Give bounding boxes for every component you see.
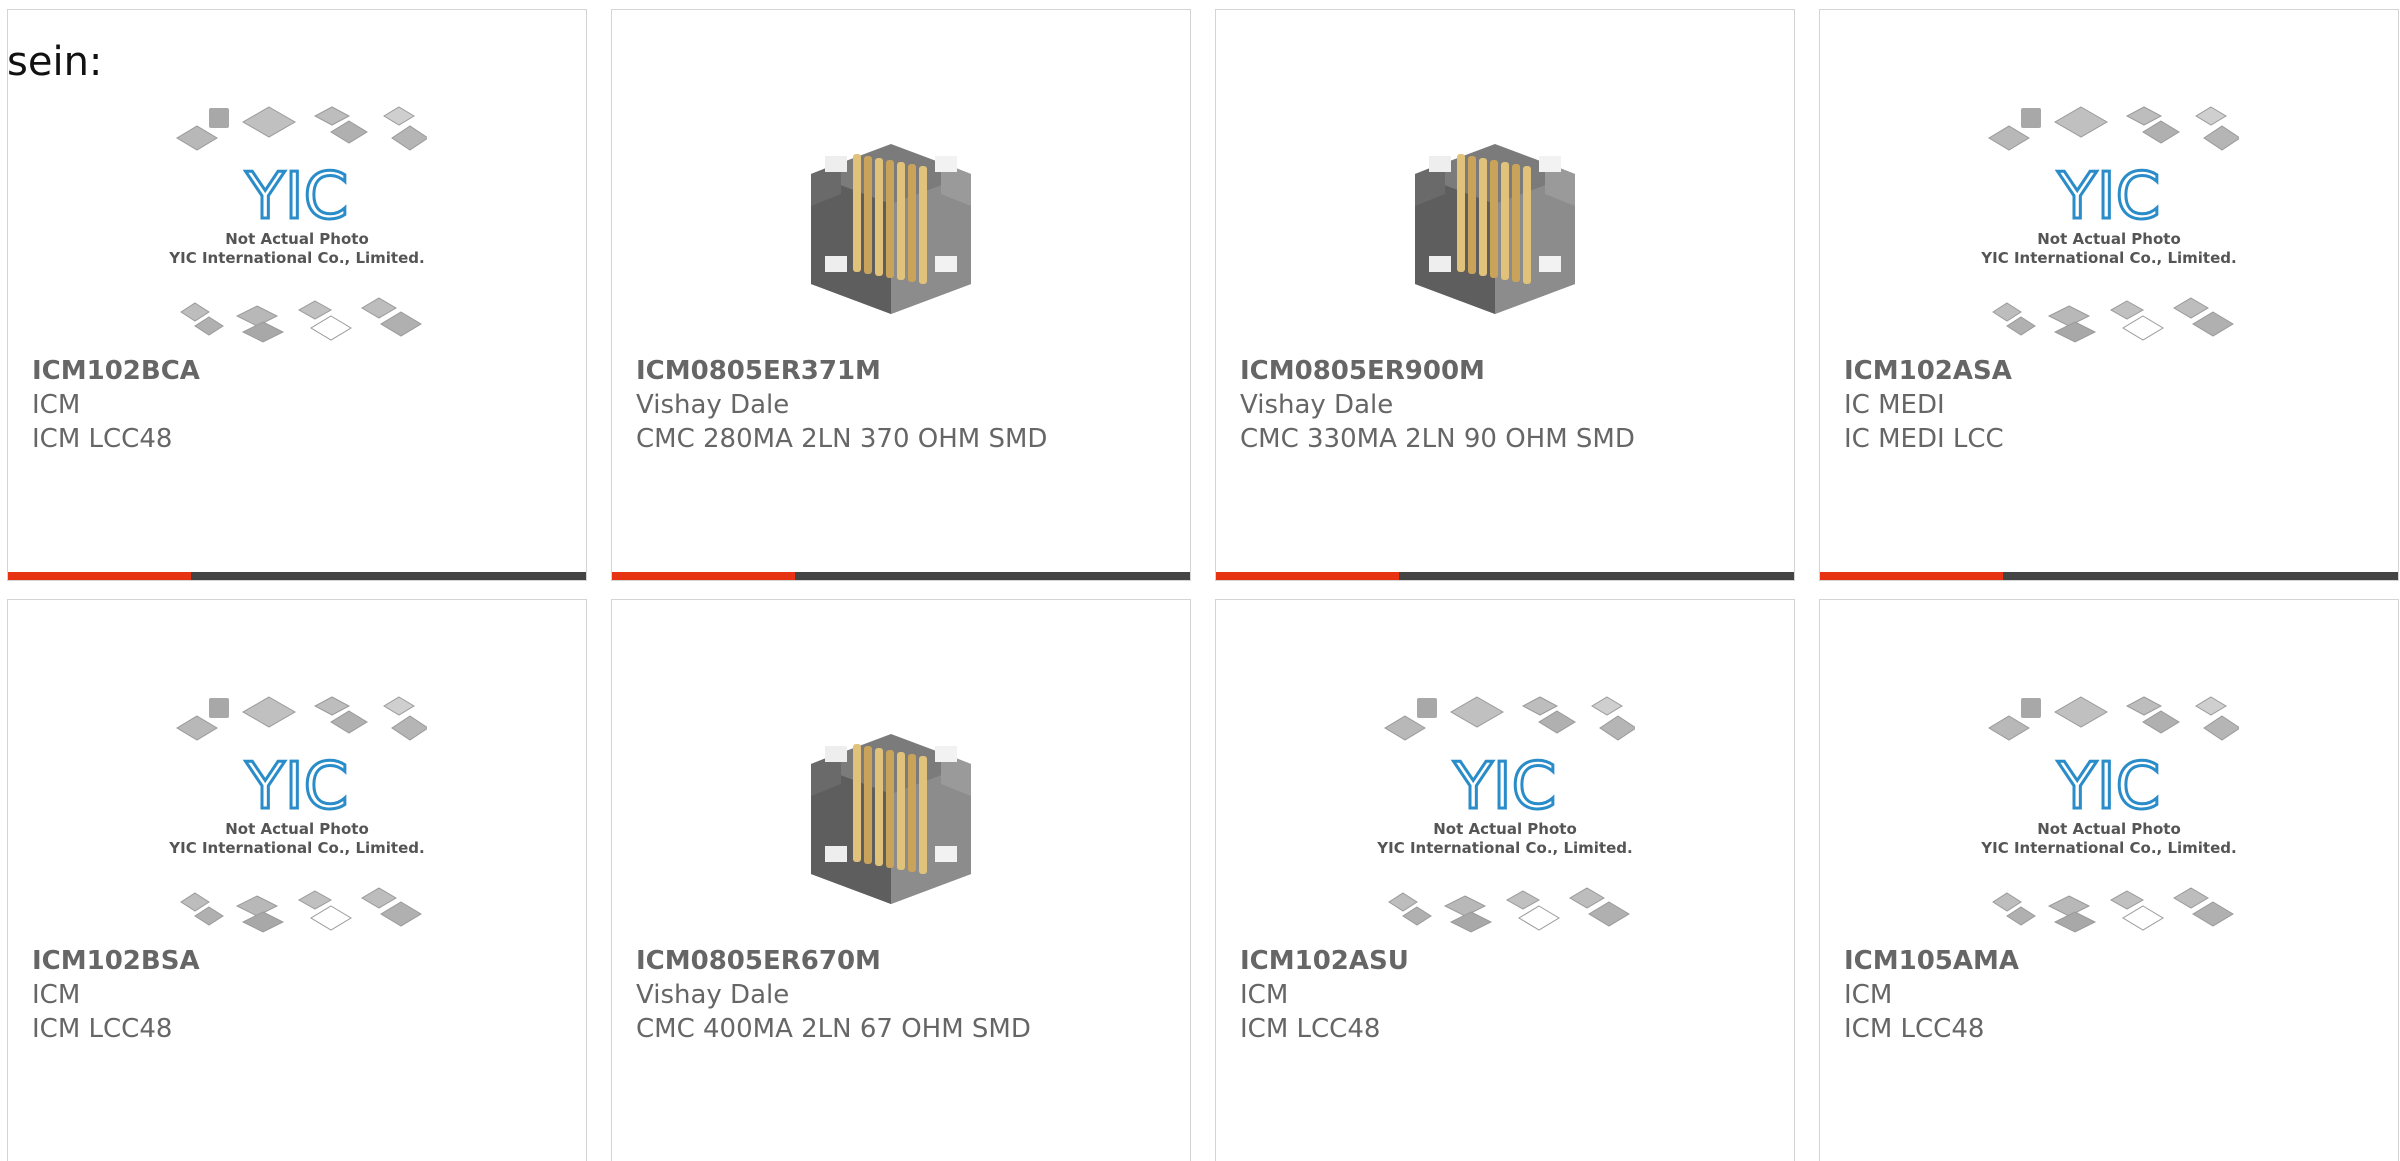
product-listing-page: sein: YIC Not Actual Photo YIC Internation… bbox=[0, 0, 2400, 1161]
product-image[interactable]: YIC Not Actual Photo YIC International Co.… bbox=[8, 94, 586, 354]
product-info: ICM105AMA ICM ICM LCC48 bbox=[1844, 944, 2019, 1046]
part-number-link[interactable]: ICM0805ER371M bbox=[636, 354, 1047, 388]
chip-cluster-top-icon bbox=[1988, 106, 2239, 151]
product-image[interactable] bbox=[1216, 94, 1794, 354]
manufacturer-label: ICM bbox=[1240, 980, 1289, 1010]
product-image[interactable]: YIC Not Actual Photo YIC International Co.… bbox=[1216, 684, 1794, 944]
product-image[interactable] bbox=[612, 94, 1190, 354]
product-info: ICM102BCA ICM ICM LCC48 bbox=[32, 354, 200, 456]
product-card[interactable]: YIC Not Actual Photo YIC International Co.… bbox=[7, 599, 587, 1161]
chip-cluster-bottom-icon bbox=[1992, 297, 2234, 343]
common-mode-choke-icon bbox=[1415, 144, 1575, 314]
description-label: ICM LCC48 bbox=[32, 424, 173, 454]
product-image[interactable]: YIC Not Actual Photo YIC International Co.… bbox=[1820, 684, 2398, 944]
card-footer-bar bbox=[8, 572, 586, 580]
part-number-link[interactable]: ICM102ASU bbox=[1240, 944, 1409, 978]
placeholder-caption-line: YIC International Co., Limited. bbox=[168, 249, 424, 267]
common-mode-choke-icon bbox=[811, 734, 971, 904]
description-label: ICM LCC48 bbox=[1240, 1014, 1381, 1044]
placeholder-caption-line: YIC International Co., Limited. bbox=[1980, 249, 2236, 267]
product-card[interactable]: ICM0805ER371M Vishay Dale CMC 280MA 2LN 37… bbox=[611, 9, 1191, 581]
placeholder-caption-line: Not Actual Photo bbox=[225, 820, 369, 838]
common-mode-choke-icon bbox=[811, 144, 971, 314]
placeholder-caption-line: YIC International Co., Limited. bbox=[1980, 839, 2236, 857]
card-accent-bar bbox=[1216, 572, 1399, 580]
manufacturer-label: IC MEDI bbox=[1844, 390, 1945, 420]
description-label: CMC 330MA 2LN 90 OHM SMD bbox=[1240, 424, 1635, 454]
yic-logo-icon: YIC bbox=[245, 160, 349, 234]
common-mode-choke-icon bbox=[811, 734, 971, 904]
chip-cluster-top-icon bbox=[176, 106, 427, 151]
placeholder-caption-line: Not Actual Photo bbox=[2037, 820, 2181, 838]
placeholder-caption-line: Not Actual Photo bbox=[2037, 230, 2181, 248]
product-info: ICM0805ER670M Vishay Dale CMC 400MA 2LN 67… bbox=[636, 944, 1031, 1046]
card-footer-bar bbox=[612, 572, 1190, 580]
part-number-link[interactable]: ICM0805ER900M bbox=[1240, 354, 1635, 388]
description-label: CMC 400MA 2LN 67 OHM SMD bbox=[636, 1014, 1031, 1044]
product-image[interactable]: YIC Not Actual Photo YIC International Co.… bbox=[8, 684, 586, 944]
manufacturer-label: ICM bbox=[1844, 980, 1893, 1010]
yic-placeholder-icon: YICNot Actual PhotoYIC International Co.… bbox=[168, 696, 427, 933]
manufacturer-label: Vishay Dale bbox=[1240, 390, 1394, 420]
common-mode-choke-icon bbox=[1415, 144, 1575, 314]
part-number-link[interactable]: ICM105AMA bbox=[1844, 944, 2019, 978]
description-label: CMC 280MA 2LN 370 OHM SMD bbox=[636, 424, 1048, 454]
description-label: ICM LCC48 bbox=[32, 1014, 173, 1044]
part-number-link[interactable]: ICM0805ER670M bbox=[636, 944, 1031, 978]
chip-cluster-bottom-icon bbox=[180, 297, 422, 343]
product-info: ICM102ASA IC MEDI IC MEDI LCC bbox=[1844, 354, 2012, 456]
card-accent-bar bbox=[1820, 572, 2003, 580]
common-mode-choke-icon bbox=[811, 144, 971, 314]
product-image[interactable] bbox=[612, 684, 1190, 944]
chip-cluster-bottom-icon bbox=[1992, 887, 2234, 933]
chip-cluster-top-icon bbox=[1384, 696, 1635, 741]
yic-logo-icon: YIC bbox=[245, 750, 349, 824]
product-card[interactable]: YIC Not Actual Photo YIC International Co.… bbox=[1819, 599, 2399, 1161]
manufacturer-label: ICM bbox=[32, 390, 81, 420]
yic-placeholder-icon: YICNot Actual PhotoYIC International Co.… bbox=[1376, 696, 1635, 933]
chip-cluster-bottom-icon bbox=[180, 887, 422, 933]
card-footer-bar bbox=[1216, 572, 1794, 580]
yic-placeholder-icon: YICNot Actual PhotoYIC International Co.… bbox=[1980, 106, 2239, 343]
product-card[interactable]: YIC Not Actual Photo YIC International Co.… bbox=[1215, 599, 1795, 1161]
description-label: ICM LCC48 bbox=[1844, 1014, 1985, 1044]
chip-cluster-top-icon bbox=[1988, 696, 2239, 741]
product-info: ICM0805ER900M Vishay Dale CMC 330MA 2LN 90… bbox=[1240, 354, 1635, 456]
placeholder-caption-line: Not Actual Photo bbox=[1433, 820, 1577, 838]
product-info: ICM102ASU ICM ICM LCC48 bbox=[1240, 944, 1409, 1046]
card-footer-bar bbox=[1820, 572, 2398, 580]
yic-placeholder-icon: YICNot Actual PhotoYIC International Co.… bbox=[1980, 696, 2239, 933]
yic-logo-icon: YIC bbox=[1453, 750, 1557, 824]
description-label: IC MEDI LCC bbox=[1844, 424, 2004, 454]
manufacturer-label: Vishay Dale bbox=[636, 390, 790, 420]
product-info: ICM102BSA ICM ICM LCC48 bbox=[32, 944, 200, 1046]
product-card[interactable]: YIC Not Actual Photo YIC International Co.… bbox=[1819, 9, 2399, 581]
chip-cluster-bottom-icon bbox=[1388, 887, 1630, 933]
product-info: ICM0805ER371M Vishay Dale CMC 280MA 2LN 37… bbox=[636, 354, 1047, 456]
product-card[interactable]: YIC Not Actual Photo YIC International Co.… bbox=[7, 9, 587, 581]
intro-text: sein: bbox=[7, 39, 103, 85]
card-accent-bar bbox=[612, 572, 795, 580]
manufacturer-label: ICM bbox=[32, 980, 81, 1010]
manufacturer-label: Vishay Dale bbox=[636, 980, 790, 1010]
product-card[interactable]: ICM0805ER670M Vishay Dale CMC 400MA 2LN 67… bbox=[611, 599, 1191, 1161]
placeholder-caption-line: YIC International Co., Limited. bbox=[1376, 839, 1632, 857]
yic-logo-icon: YIC bbox=[2057, 160, 2161, 234]
part-number-link[interactable]: ICM102BSA bbox=[32, 944, 200, 978]
placeholder-caption-line: YIC International Co., Limited. bbox=[168, 839, 424, 857]
yic-placeholder-icon: YICNot Actual PhotoYIC International Co.… bbox=[168, 106, 427, 343]
placeholder-caption-line: Not Actual Photo bbox=[225, 230, 369, 248]
product-image[interactable]: YIC Not Actual Photo YIC International Co.… bbox=[1820, 94, 2398, 354]
chip-cluster-top-icon bbox=[176, 696, 427, 741]
part-number-link[interactable]: ICM102ASA bbox=[1844, 354, 2012, 388]
part-number-link[interactable]: ICM102BCA bbox=[32, 354, 200, 388]
card-accent-bar bbox=[8, 572, 191, 580]
product-grid: YIC Not Actual Photo YIC International Co.… bbox=[7, 9, 2399, 1161]
product-card[interactable]: ICM0805ER900M Vishay Dale CMC 330MA 2LN 90… bbox=[1215, 9, 1795, 581]
yic-logo-icon: YIC bbox=[2057, 750, 2161, 824]
